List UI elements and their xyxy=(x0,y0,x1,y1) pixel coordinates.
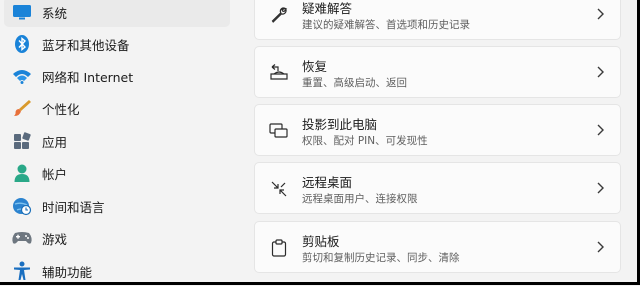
person-icon xyxy=(10,161,34,185)
card-description: 权限、配对 PIN、可发现性 xyxy=(302,135,428,147)
sidebar-item-system[interactable]: 系统 xyxy=(4,0,230,27)
chevron-right-icon xyxy=(597,8,604,20)
projection-icon xyxy=(267,119,291,143)
chevron-right-icon xyxy=(597,241,604,253)
card-description: 重置、高级启动、返回 xyxy=(302,77,407,89)
card-description: 建议的疑难解答、首选项和历史记录 xyxy=(302,19,470,31)
clipboard-icon xyxy=(267,236,291,260)
card-clipboard[interactable]: 剪贴板 剪切和复制历史记录、同步、清除 xyxy=(254,221,621,273)
bluetooth-icon xyxy=(10,32,34,56)
sidebar-item-label: 时间和语言 xyxy=(42,199,105,215)
sidebar-item-personalization[interactable]: 个性化 xyxy=(4,93,230,123)
card-title: 恢复 xyxy=(302,59,328,74)
remote-desktop-icon xyxy=(267,177,291,201)
recovery-icon xyxy=(267,61,291,85)
sidebar-item-label: 系统 xyxy=(42,5,68,21)
chevron-right-icon xyxy=(597,182,604,194)
sidebar-item-accounts[interactable]: 帐户 xyxy=(4,158,230,188)
sidebar-item-label: 帐户 xyxy=(42,166,68,182)
sidebar-item-label: 游戏 xyxy=(42,231,68,247)
sidebar-nav: 系统 蓝牙和其他设备 网络和 Internet 个性化 应用 帐户 时间和语言 … xyxy=(0,0,240,285)
sidebar-item-gaming[interactable]: 游戏 xyxy=(4,223,230,253)
sidebar-item-label: 个性化 xyxy=(42,101,80,117)
sidebar-item-label: 网络和 Internet xyxy=(42,69,134,85)
sidebar-item-label: 应用 xyxy=(42,134,68,150)
card-title: 剪贴板 xyxy=(302,234,340,249)
sidebar-item-bluetooth[interactable]: 蓝牙和其他设备 xyxy=(4,29,230,59)
chevron-right-icon xyxy=(597,124,604,136)
chevron-right-icon xyxy=(597,66,604,78)
settings-content: 疑难解答 建议的疑难解答、首选项和历史记录 恢复 重置、高级启动、返回 投影到此… xyxy=(254,0,621,282)
card-title: 投影到此电脑 xyxy=(302,117,378,132)
wifi-icon xyxy=(10,64,34,88)
card-title: 疑难解答 xyxy=(302,1,353,16)
monitor-icon xyxy=(10,0,34,24)
sidebar-item-apps[interactable]: 应用 xyxy=(4,126,230,156)
card-description: 剪切和复制历史记录、同步、清除 xyxy=(302,252,460,264)
sidebar-item-time-language[interactable]: 时间和语言 xyxy=(4,191,230,221)
wrench-icon xyxy=(267,3,291,27)
globe-clock-icon xyxy=(10,194,34,218)
card-recovery[interactable]: 恢复 重置、高级启动、返回 xyxy=(254,46,621,98)
card-title: 远程桌面 xyxy=(302,175,353,190)
sidebar-item-label: 辅助功能 xyxy=(42,264,93,280)
sidebar-item-network[interactable]: 网络和 Internet xyxy=(4,61,230,91)
gamepad-icon xyxy=(10,226,34,250)
apps-icon xyxy=(10,129,34,153)
sidebar-item-label: 蓝牙和其他设备 xyxy=(42,37,130,53)
card-project-to-pc[interactable]: 投影到此电脑 权限、配对 PIN、可发现性 xyxy=(254,104,621,156)
card-remote-desktop[interactable]: 远程桌面 远程桌面用户、连接权限 xyxy=(254,162,621,214)
accessibility-icon xyxy=(10,259,34,283)
card-description: 远程桌面用户、连接权限 xyxy=(302,193,418,205)
brush-icon xyxy=(10,96,34,120)
card-troubleshoot[interactable]: 疑难解答 建议的疑难解答、首选项和历史记录 xyxy=(254,0,621,40)
